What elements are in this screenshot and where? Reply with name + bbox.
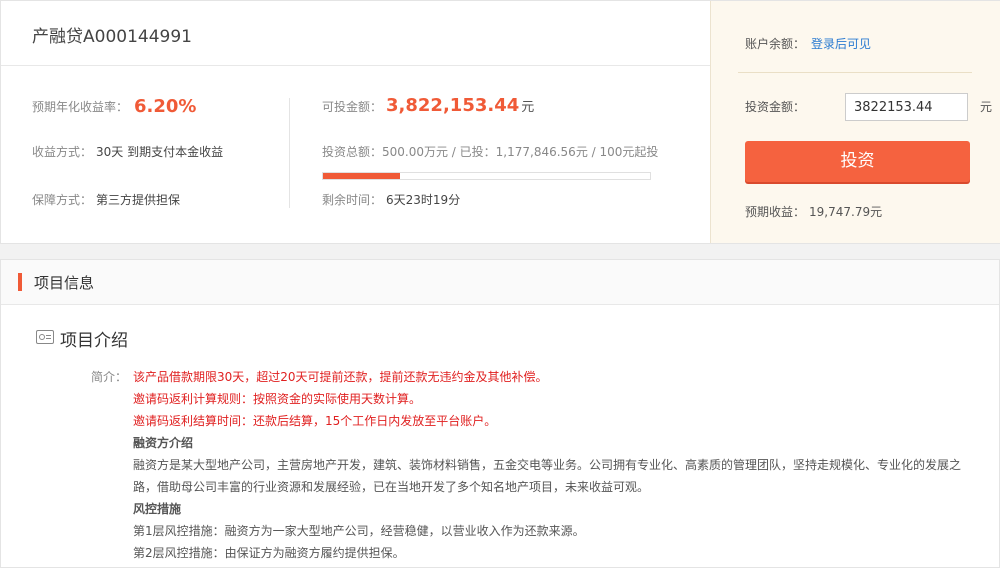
product-title: 产融贷A000144991 [32, 27, 192, 47]
method-value: 30天 到期支付本金收益 [96, 145, 224, 159]
available-unit: 元 [521, 100, 535, 115]
section-accent-bar [18, 273, 22, 291]
remaining-row: 剩余时间： 6天23时19分 [322, 191, 658, 239]
intro-red-text: 该产品借款期限30天，超过20天可提前还款，提前还款无违约金及其他补偿。 [133, 370, 548, 384]
available-row: 可投金额： 3,822,153.44 元 [322, 95, 658, 143]
available-label: 可投金额： [322, 100, 383, 114]
intro-title: 项目介绍 [60, 331, 128, 351]
method-label: 收益方式： [32, 145, 93, 159]
project-info-section: 项目信息 项目介绍 简介： 该产品借款期限30天，超过20天可提前还款，提前还款无… [0, 259, 1000, 568]
invest-panel: 账户余额： 登录后可见 投资金额： 元 投资 预期收益：19,747.79元 [710, 1, 1000, 243]
expected-return-label: 预期收益： [745, 205, 806, 219]
guarantee-row: 保障方式： 第三方提供担保 [32, 191, 223, 239]
total-row: 投资总额：500.00万元 / 已投：1,177,846.56元 / 100元起… [322, 143, 658, 191]
guarantee-label: 保障方式： [32, 193, 93, 207]
balance-row: 账户余额： 登录后可见 [745, 35, 871, 52]
id-card-icon [36, 330, 54, 344]
vertical-divider [289, 98, 290, 208]
remaining-value: 6天23时19分 [386, 193, 461, 207]
remaining-label: 剩余时间： [322, 193, 383, 207]
balance-label: 账户余额： [745, 37, 806, 51]
horizontal-divider [738, 72, 972, 73]
intro-line-1: 简介： 该产品借款期限30天，超过20天可提前还款，提前还款无违约金及其他补偿。 [91, 366, 971, 388]
risk-heading: 风控措施 [133, 502, 182, 516]
invest-amount-row: 投资金额： 元 [745, 93, 992, 121]
rebate-settlement-line: 邀请码返利结算时间：还款后结算，15个工作日内发放至平台账户。 [133, 414, 497, 428]
invest-amount-label: 投资金额： [745, 100, 806, 114]
rebate-rule-line: 邀请码返利计算规则：按照资金的实际使用天数计算。 [133, 392, 422, 406]
total-text: 投资总额：500.00万元 / 已投：1,177,846.56元 / 100元起… [322, 145, 659, 159]
funding-progress-fill [323, 173, 401, 179]
rate-value: 6.20% [134, 96, 197, 117]
login-to-view-link[interactable]: 登录后可见 [811, 37, 871, 51]
product-terms: 预期年化收益率： 6.20% 收益方式： 30天 到期支付本金收益 保障方式： 第三方… [32, 95, 223, 239]
rate-row: 预期年化收益率： 6.20% [32, 95, 223, 143]
guarantee-value: 第三方提供担保 [96, 193, 181, 207]
funding-progress-bar [322, 172, 651, 180]
expected-return-value: 19,747.79元 [809, 205, 883, 219]
invest-amount-input[interactable] [845, 93, 968, 121]
available-value: 3,822,153.44 [386, 95, 520, 116]
rate-label: 预期年化收益率： [32, 100, 129, 114]
invest-amount-unit: 元 [980, 100, 993, 114]
intro-content: 简介： 该产品借款期限30天，超过20天可提前还款，提前还款无违约金及其他补偿。 … [91, 366, 971, 564]
intro-label: 简介： [91, 370, 128, 384]
method-row: 收益方式： 30天 到期支付本金收益 [32, 143, 223, 191]
funding-info: 可投金额： 3,822,153.44 元 投资总额：500.00万元 / 已投：1,… [322, 95, 658, 239]
title-bar: 产融贷A000144991 [1, 1, 710, 66]
section-title: 项目信息 [34, 274, 95, 292]
borrower-description: 融资方是某大型地产公司，主营房地产开发，建筑、装饰材料销售，五金交电等业务。公司… [133, 458, 962, 494]
expected-return-row: 预期收益： 19,747.79元 [745, 203, 882, 220]
risk-line-1: 第1层风控措施：融资方为一家大型地产公司，经营稳健，以营业收入作为还款来源。 [133, 524, 585, 538]
section-header: 项目信息 [1, 260, 999, 305]
borrower-heading: 融资方介绍 [133, 436, 194, 450]
invest-button[interactable]: 投资 [745, 141, 970, 182]
product-summary-card: 产融贷A000144991 预期年化收益率： 6.20% 收益方式： 30天 到期支… [0, 0, 1000, 244]
risk-line-2: 第2层风控措施：由保证方为融资方履约提供担保。 [133, 546, 405, 560]
product-details-panel: 产融贷A000144991 预期年化收益率： 6.20% 收益方式： 30天 到期支… [1, 1, 710, 243]
